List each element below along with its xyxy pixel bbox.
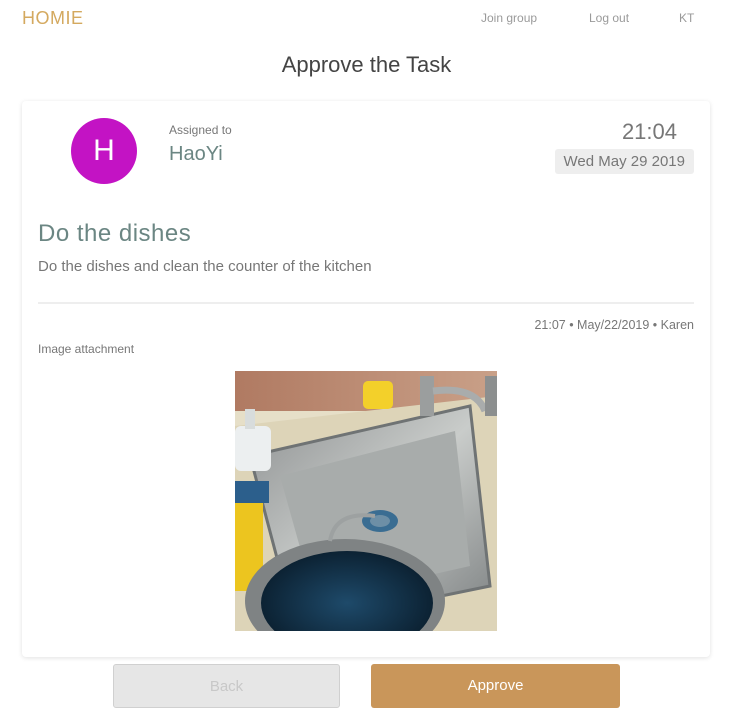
brand-logo[interactable]: HOMIE [22, 8, 84, 29]
assignee-name: HaoYi [169, 143, 223, 165]
user-menu[interactable]: KT [679, 11, 694, 25]
approve-button[interactable]: Approve [371, 664, 620, 708]
task-card: H Assigned to HaoYi 21:04 Wed May 29 201… [22, 101, 710, 657]
task-description: Do the dishes and clean the counter of t… [38, 258, 372, 275]
task-time: 21:04 [621, 119, 677, 144]
join-group-link[interactable]: Join group [481, 11, 537, 25]
page-title: Approve the Task [281, 52, 452, 77]
image-attachment[interactable] [235, 371, 497, 631]
avatar: H [71, 118, 137, 184]
attachment-label: Image attachment [38, 342, 135, 356]
date-badge: Wed May 29 2019 [554, 149, 694, 174]
assigned-to-label: Assigned to [169, 123, 232, 137]
divider [38, 302, 694, 304]
log-out-link[interactable]: Log out [589, 11, 629, 25]
task-title: Do the dishes [38, 220, 192, 247]
back-button[interactable]: Back [113, 664, 340, 708]
sink-photo [235, 371, 497, 631]
task-meta: 21:07 • May/22/2019 • Karen [534, 318, 694, 332]
